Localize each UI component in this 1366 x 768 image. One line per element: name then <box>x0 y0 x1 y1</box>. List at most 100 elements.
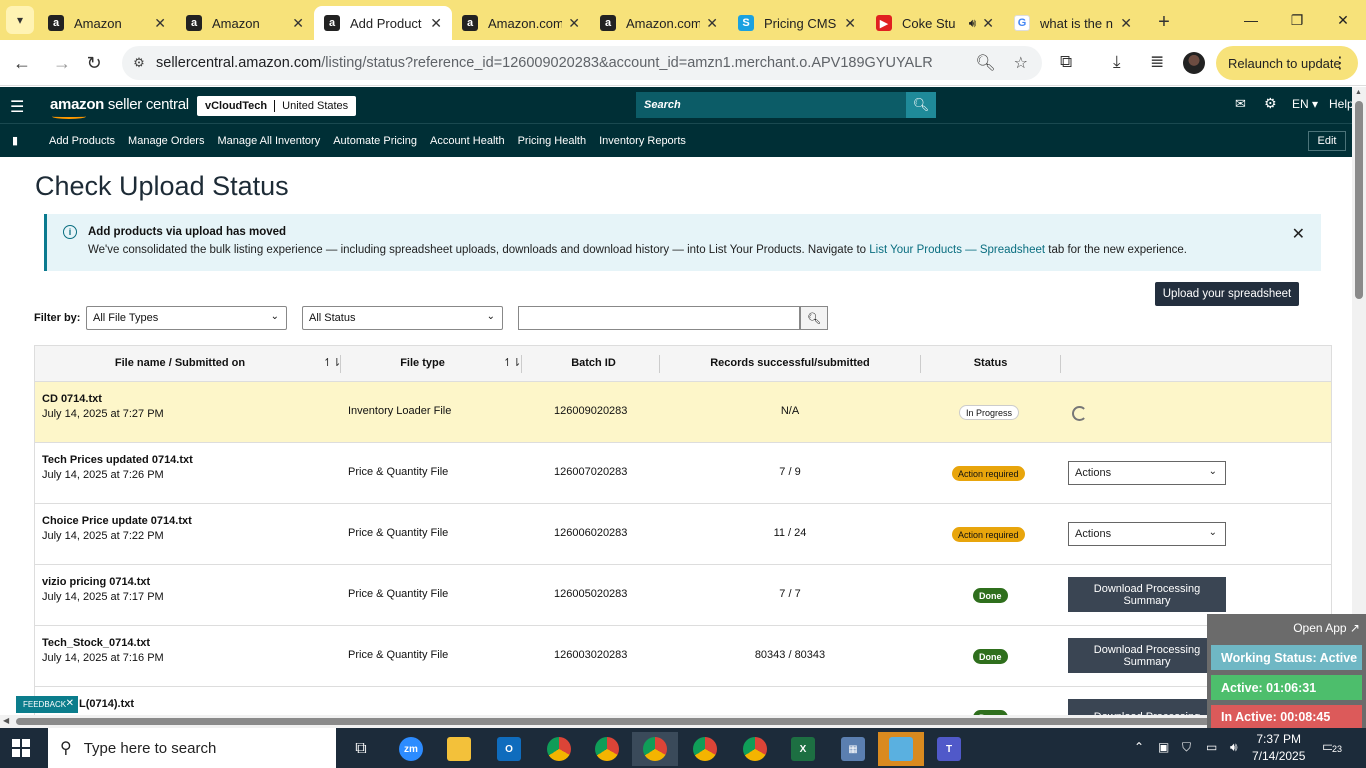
volume-icon[interactable]: 🔊︎ <box>1230 740 1238 755</box>
notifications-icon[interactable]: ▭ 23 <box>1322 738 1343 755</box>
bookmark-star-icon[interactable]: ☆ <box>1014 53 1028 73</box>
browser-tab[interactable]: S Pricing CMS ✕ <box>728 6 866 40</box>
status-value: All Status <box>309 312 356 324</box>
language-selector[interactable]: EN ▾ <box>1292 97 1318 111</box>
tab-search-chevron-icon[interactable]: ▾ <box>6 6 34 34</box>
close-tab-icon[interactable]: ✕ <box>292 15 304 32</box>
close-window-button[interactable]: ✕ <box>1320 0 1366 40</box>
info-text-part2: tab for the new experience. <box>1045 244 1187 256</box>
download-summary-button[interactable]: Download Processing Summary <box>1068 638 1226 673</box>
edit-nav-button[interactable]: Edit <box>1308 131 1346 151</box>
task-view-icon[interactable]: ⧉ <box>338 732 384 766</box>
nav-link[interactable]: Inventory Reports <box>599 135 686 147</box>
outlook-icon[interactable]: O <box>486 732 532 766</box>
nav-link[interactable]: Manage All Inventory <box>217 135 320 147</box>
table-row: Tech_Stock_0714.txt July 14, 2025 at 7:16… <box>35 626 1331 687</box>
zoom-app-icon[interactable]: zm <box>388 732 434 766</box>
nav-link[interactable]: Account Health <box>430 135 505 147</box>
windows-start-icon[interactable] <box>12 739 30 757</box>
close-tab-icon[interactable]: ✕ <box>706 15 718 32</box>
back-button[interactable]: ← <box>8 49 36 77</box>
close-tab-icon[interactable]: ✕ <box>982 15 994 32</box>
close-tab-icon[interactable]: ✕ <box>430 15 442 32</box>
taskbar-search-input[interactable]: ⚲ Type here to search <box>48 728 336 768</box>
header-search-input[interactable]: Search <box>636 92 906 118</box>
file-type-select[interactable]: All File Types ⌄ <box>86 306 287 330</box>
close-tab-icon[interactable]: ✕ <box>844 15 856 32</box>
browser-tab[interactable]: ▶ Coke Stu 🔊︎ ✕ <box>866 6 1004 40</box>
network-icon[interactable]: ▭ <box>1206 740 1217 754</box>
mail-icon[interactable]: ✉ <box>1235 96 1246 112</box>
close-tab-icon[interactable]: ✕ <box>1120 15 1132 32</box>
file-search-input[interactable] <box>518 306 800 330</box>
help-link[interactable]: Help <box>1329 97 1354 111</box>
sort-icon[interactable]: ↿⇂ <box>323 356 341 369</box>
actions-dropdown[interactable]: Actions ⌄ <box>1068 461 1226 485</box>
status-select[interactable]: All Status ⌄ <box>302 306 503 330</box>
settings-gear-icon[interactable]: ⚙ <box>1264 95 1277 112</box>
actions-dropdown[interactable]: Actions ⌄ <box>1068 522 1226 546</box>
profile-avatar[interactable] <box>1183 52 1205 74</box>
excel-icon[interactable]: X <box>780 732 826 766</box>
nav-link[interactable]: Add Products <box>49 135 115 147</box>
chrome-icon[interactable] <box>536 732 582 766</box>
taskbar-search-placeholder: Type here to search <box>83 739 217 757</box>
close-feedback-icon[interactable]: ✕ <box>66 698 74 709</box>
site-info-icon[interactable]: ⚙ <box>122 55 156 71</box>
nav-link[interactable]: Manage Orders <box>128 135 204 147</box>
minimize-button[interactable]: — <box>1228 0 1274 40</box>
vertical-scroll-thumb[interactable] <box>1355 101 1363 299</box>
tray-security-icon[interactable]: ⛉ <box>1182 740 1191 755</box>
reload-button[interactable]: ↻ <box>80 49 108 77</box>
maximize-button[interactable]: ❐ <box>1274 0 1320 40</box>
zoom-icon[interactable]: 🔍︎ <box>975 53 995 73</box>
browser-tab[interactable]: a Add Product ✕ <box>314 6 452 40</box>
sort-icon[interactable]: ↿⇂ <box>503 356 521 369</box>
nav-link[interactable]: Pricing Health <box>518 135 586 147</box>
page-title: Check Upload Status <box>35 171 289 201</box>
chrome-icon[interactable] <box>732 732 778 766</box>
hamburger-menu-icon[interactable]: ☰ <box>10 97 24 117</box>
header-search-button[interactable]: 🔍︎ <box>906 92 936 118</box>
tray-chevron-up-icon[interactable]: ⌃ <box>1134 740 1144 754</box>
upload-spreadsheet-button[interactable]: Upload your spreadsheet <box>1155 282 1299 306</box>
chrome-icon[interactable] <box>584 732 630 766</box>
browser-tab[interactable]: a Amazon ✕ <box>38 6 176 40</box>
close-tab-icon[interactable]: ✕ <box>568 15 580 32</box>
new-tab-button[interactable]: + <box>1150 8 1178 36</box>
file-explorer-icon[interactable] <box>436 732 482 766</box>
browser-tab[interactable]: Gwhat is the n ✕ <box>1004 6 1142 40</box>
download-summary-button[interactable]: Download Processing Summary <box>1068 577 1226 612</box>
pinned-app-icon[interactable] <box>878 732 924 766</box>
feedback-tab[interactable]: FEEDBACK ✕ <box>16 696 78 713</box>
more-menu-icon[interactable]: ⋮ <box>1332 53 1348 73</box>
file-search-button[interactable]: 🔍︎ <box>800 306 828 330</box>
forward-button[interactable]: → <box>48 49 76 77</box>
windows-taskbar: ⚲ Type here to search ⧉ zm O X ▦ T ⌃ ▣ ⛉ … <box>0 728 1366 768</box>
bookmark-icon[interactable]: ▮ <box>12 134 18 147</box>
media-controls-icon[interactable]: ≣ <box>1150 52 1164 72</box>
list-your-products-link[interactable]: List Your Products — Spreadsheet <box>869 244 1045 256</box>
teams-icon[interactable]: T <box>926 732 972 766</box>
seller-central-logo[interactable]: amazon seller central <box>50 96 189 113</box>
chrome-icon[interactable] <box>682 732 728 766</box>
taskbar-clock[interactable]: 7:37 PM 7/14/2025 <box>1252 731 1305 765</box>
nav-link[interactable]: Automate Pricing <box>333 135 417 147</box>
horizontal-scrollbar[interactable]: ◀ <box>0 715 1352 728</box>
download-icon[interactable]: ⤓ <box>1113 52 1121 72</box>
open-app-link[interactable]: Open App ↗ <box>1293 621 1360 635</box>
close-tab-icon[interactable]: ✕ <box>154 15 166 32</box>
calculator-icon[interactable]: ▦ <box>830 732 876 766</box>
relaunch-button[interactable]: Relaunch to update ⋮ <box>1216 46 1358 80</box>
account-switcher[interactable]: vCloudTech United States <box>197 96 357 116</box>
tab-audio-icon[interactable]: 🔊︎ <box>969 16 977 31</box>
close-alert-icon[interactable]: ✕ <box>1292 224 1305 244</box>
horizontal-scroll-thumb[interactable] <box>16 718 1346 725</box>
chrome-icon[interactable] <box>632 732 678 766</box>
browser-tab[interactable]: a Amazon.com ✕ <box>590 6 728 40</box>
extensions-icon[interactable]: ⧉ <box>1060 52 1072 72</box>
address-bar[interactable]: ⚙ sellercentral.amazon.com/listing/statu… <box>122 46 1042 80</box>
browser-tab[interactable]: a Amazon ✕ <box>176 6 314 40</box>
tray-app-icon[interactable]: ▣ <box>1158 740 1169 754</box>
browser-tab[interactable]: a Amazon.com ✕ <box>452 6 590 40</box>
